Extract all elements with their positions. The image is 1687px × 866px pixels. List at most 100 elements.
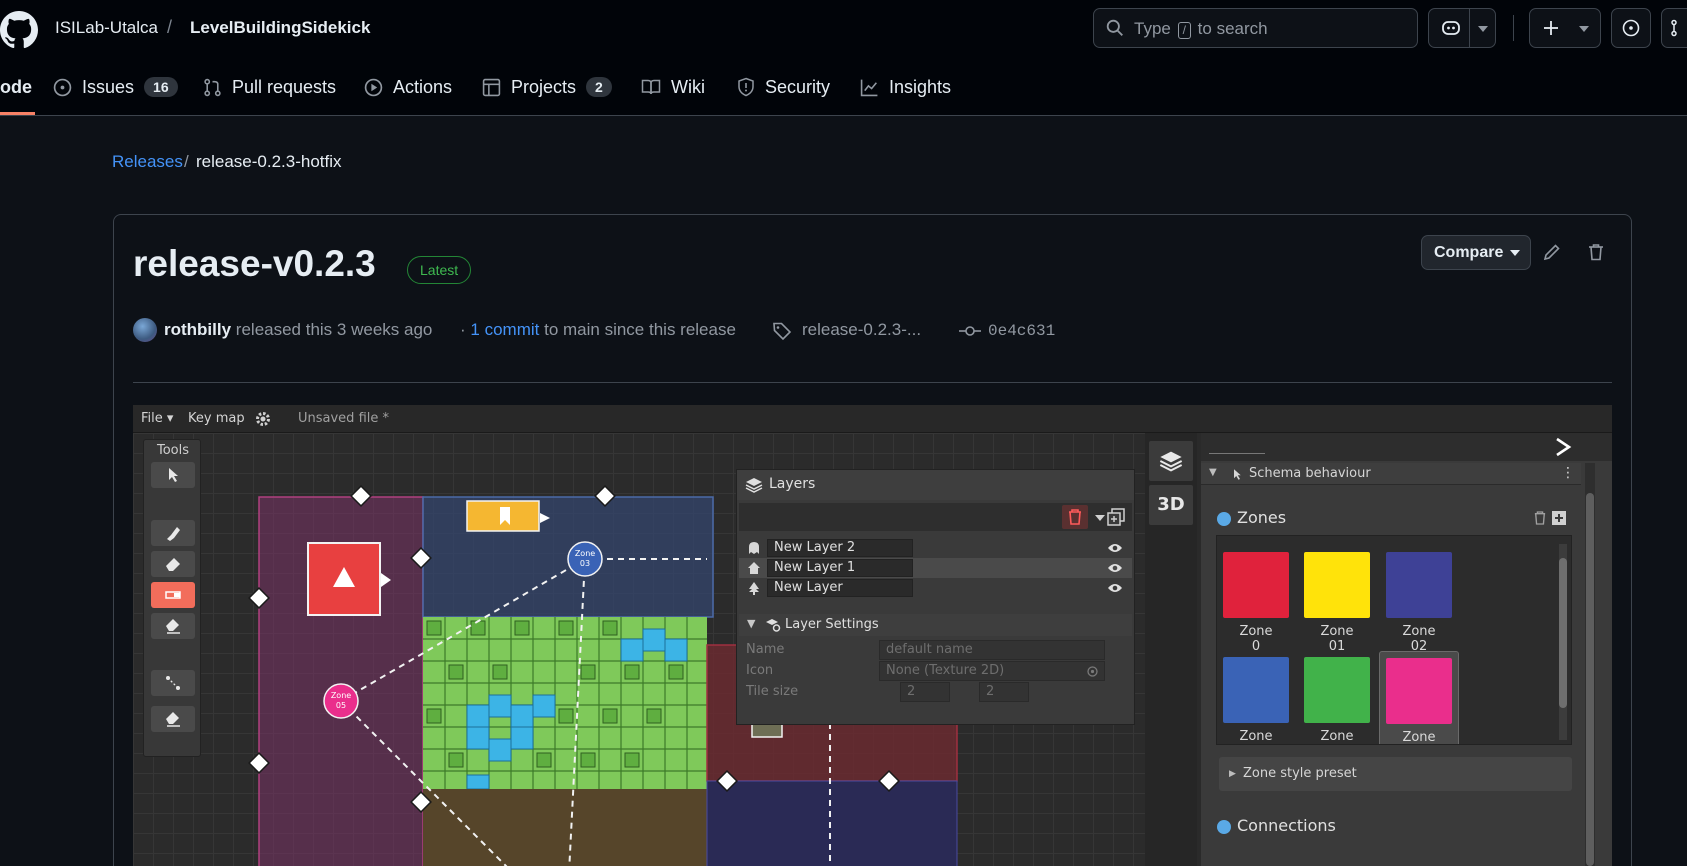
author-link[interactable]: rothbilly [164, 320, 231, 339]
brush-icon [167, 527, 180, 541]
zone-swatch[interactable]: Zone 03 [1222, 657, 1290, 744]
release-title[interactable]: release-v0.2.3 [133, 243, 376, 285]
compare-button[interactable]: Compare [1421, 235, 1531, 270]
tab-pull-requests[interactable]: Pull requests [203, 72, 336, 102]
tools-panel: Tools [143, 439, 201, 757]
layer-name-field[interactable]: New Layer 1 [767, 559, 913, 577]
rect-erase-tool-button[interactable] [151, 613, 195, 639]
breadcrumb-current: release-0.2.3-hotfix [196, 152, 342, 171]
layer-settings-title: Layer Settings [785, 617, 879, 632]
breadcrumb-separator: / [167, 17, 173, 37]
commit-sha-link[interactable]: 0e4c631 [988, 322, 1055, 340]
house-icon [748, 562, 760, 574]
foldout-triangle-icon: ▼ [747, 617, 756, 630]
release-screenshot: File ▾ Key map Unsaved file * Zone 03 Zo… [133, 405, 1612, 866]
object-picker-icon[interactable] [1087, 666, 1098, 677]
schema-behaviour-header[interactable]: ▼ Schema behaviour ⋮ [1201, 463, 1581, 485]
tile-size-x-input[interactable]: 2 [900, 682, 950, 702]
tools-title: Tools [156, 443, 190, 458]
pull-requests-button[interactable] [1661, 8, 1687, 48]
add-icon[interactable] [1552, 511, 1566, 525]
repo-navigation: ode Issues 16 Pull requests Actions Proj… [0, 58, 1687, 116]
tab-actions[interactable]: Actions [364, 72, 452, 102]
layer-row[interactable]: New Layer [739, 578, 1132, 598]
select-tool-button[interactable] [151, 462, 195, 488]
tab-code[interactable]: ode [0, 72, 32, 102]
zones-scrollbar[interactable] [1559, 544, 1567, 740]
pencil-icon[interactable] [1542, 242, 1562, 262]
search-input[interactable]: Type / to search [1093, 8, 1418, 48]
chevron-right-icon[interactable] [1553, 437, 1573, 457]
eye-icon[interactable] [1107, 582, 1123, 594]
layer-settings-icon [766, 619, 781, 632]
connection-tool-button[interactable] [151, 670, 195, 696]
search-placeholder: Type / to search [1134, 19, 1268, 39]
github-logo-icon[interactable] [0, 11, 38, 49]
tab-issues[interactable]: Issues 16 [53, 72, 178, 102]
cursor-icon [1234, 469, 1241, 480]
cog-icon [1217, 512, 1231, 526]
issues-button[interactable] [1611, 8, 1651, 48]
tag-link[interactable]: release-0.2.3-... [802, 320, 921, 340]
tab-security[interactable]: Security [737, 72, 830, 102]
delete-layer-button[interactable] [1062, 505, 1088, 529]
zone-swatch[interactable]: Zone 02 [1385, 552, 1453, 654]
layer-row[interactable]: New Layer 1 [739, 558, 1132, 578]
unsaved-file-label: Unsaved file * [298, 411, 389, 426]
scrollbar-thumb[interactable] [1559, 558, 1567, 708]
rect-tool-button[interactable] [151, 582, 195, 608]
keymap-menu: Key map [188, 411, 245, 426]
layer-row[interactable]: New Layer 2 [739, 538, 1132, 558]
layer-name-field[interactable]: New Layer 2 [767, 539, 913, 557]
layer-icon-field[interactable]: None (Texture 2D) [879, 661, 1105, 681]
graph-icon [860, 79, 878, 96]
zone-swatch[interactable]: Zone 04 [1303, 657, 1371, 744]
zone-05-node-label: Zone [331, 691, 351, 700]
zone-style-preset-foldout[interactable]: ▶ Zone style preset [1219, 757, 1572, 791]
repo-name-link[interactable]: LevelBuildingSidekick [190, 18, 370, 38]
tab-wiki[interactable]: Wiki [641, 72, 705, 102]
erase-tool-button[interactable] [151, 551, 195, 577]
eye-icon[interactable] [1107, 542, 1123, 554]
eraser-icon [166, 712, 180, 727]
zone-swatch[interactable]: Zone 01 [1303, 552, 1371, 654]
avatar[interactable] [133, 318, 157, 342]
zones-list: Zone 0 Zone 01 Zone 02 Zone 03 Zone 04 Z… [1216, 535, 1572, 745]
global-header: ISILab-Utalca / LevelBuildingSidekick Ty… [0, 0, 1687, 58]
trash-icon[interactable] [1534, 511, 1546, 525]
layer-name-input[interactable]: default name [879, 640, 1105, 660]
trash-icon[interactable] [1586, 242, 1606, 262]
3d-view-button[interactable]: 3D [1149, 485, 1193, 525]
tile-size-y-input[interactable]: 2 [979, 682, 1029, 702]
copilot-button[interactable] [1428, 8, 1496, 48]
connection-erase-tool-button[interactable] [151, 706, 195, 732]
add-layer-icon[interactable] [1107, 508, 1125, 526]
inspector-scrollbar[interactable] [1585, 463, 1595, 866]
zone-swatch-selected[interactable]: Zone 05 [1379, 651, 1459, 744]
kebab-menu-icon[interactable]: ⋮ [1561, 465, 1575, 481]
eye-icon[interactable] [1107, 562, 1123, 574]
tab-projects[interactable]: Projects 2 [482, 72, 612, 102]
breadcrumb-releases-link[interactable]: Releases [112, 152, 183, 172]
layers-title: Layers [769, 476, 816, 492]
projects-count-badge: 2 [586, 77, 612, 97]
inspector-panel: ▼ Schema behaviour ⋮ Zones Zone 0 Zone 0… [1201, 433, 1612, 866]
commit-count-link[interactable]: 1 commit [470, 320, 539, 339]
create-new-button[interactable] [1529, 8, 1601, 48]
layers-mode-button[interactable] [1149, 441, 1193, 481]
zones-title: Zones [1237, 508, 1287, 527]
breadcrumb-separator: / [184, 152, 189, 171]
paint-tool-button[interactable] [151, 520, 195, 546]
tag-icon [773, 322, 792, 341]
plus-icon [1544, 21, 1558, 35]
zone-swatch[interactable]: Zone 0 [1222, 552, 1290, 654]
name-label: Name [746, 642, 785, 657]
layer-name-field[interactable]: New Layer [767, 579, 913, 597]
chevron-down-icon[interactable] [1095, 515, 1105, 521]
scrollbar-thumb[interactable] [1586, 493, 1594, 866]
divider [133, 382, 1612, 383]
tab-insights[interactable]: Insights [860, 72, 951, 102]
repo-owner-link[interactable]: ISILab-Utalca [55, 18, 158, 38]
pull-request-icon [1671, 19, 1677, 37]
layer-settings-header[interactable]: ▼ Layer Settings [739, 614, 1132, 636]
